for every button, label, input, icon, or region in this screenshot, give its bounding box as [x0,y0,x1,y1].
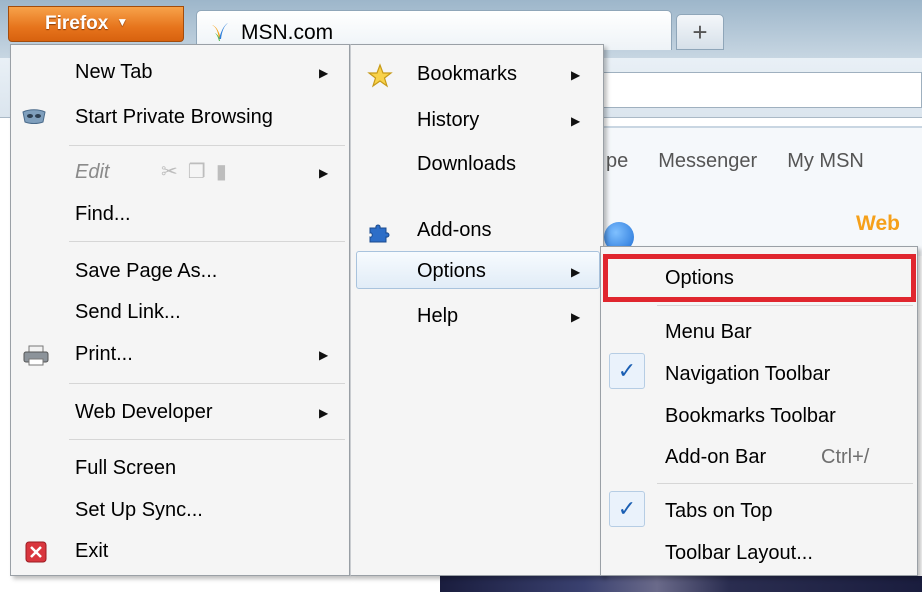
menu-item-label: Toolbar Layout... [665,542,813,564]
menu-item-label: Add-ons [417,219,492,241]
page-photo [440,576,922,592]
menu-item-label: Help [417,305,459,327]
menu-item-label: Exit [75,540,109,562]
new-tab-button[interactable]: + [676,14,724,50]
submenu-arrow-icon: ▶ [319,66,329,80]
menu-item-label: Save Page As... [75,260,218,282]
msn-header [600,126,922,256]
menu-item-label: Menu Bar [665,321,752,343]
edit-tools: ✂❐▮ [161,159,237,184]
menu-item-label: Send Link... [75,301,181,323]
submenu-arrow-icon: ▶ [319,406,329,420]
menu-separator [69,439,345,440]
tabs-on-top-check-icon: ✓ [609,491,645,527]
menu-item-label: Find... [75,203,131,225]
puzzle-piece-icon [369,224,390,243]
menu-item-label: Print... [75,343,133,365]
menu-separator [69,383,345,384]
menu-item-label: Tabs on Top [665,500,773,522]
copy-icon: ❐ [187,161,216,183]
msn-link-my-msn[interactable]: My MSN [787,150,864,172]
menu-item-label: Edit [75,161,110,183]
menu-item-label: Navigation Toolbar [665,363,831,385]
msn-link-partial[interactable]: pe [606,150,628,172]
firefox-button-label: Firefox [45,13,109,34]
menu-item-label: History [417,109,480,131]
msn-web-tab[interactable]: Web [856,212,900,236]
url-bar[interactable] [560,72,922,108]
menu-item-label: Add-on Bar [665,446,767,468]
private-browsing-mask-icon [22,109,46,124]
exit-icon [25,541,47,563]
submenu-arrow-icon: ▶ [571,114,581,128]
paste-icon: ▮ [215,161,237,183]
annotation-highlight-box [603,254,916,302]
submenu-arrow-icon: ▶ [571,68,581,82]
tab-title: MSN.com [241,21,334,44]
submenu-arrow-icon: ▶ [571,310,581,324]
menu-item-label: Web Developer [75,401,213,423]
submenu-arrow-icon: ▶ [319,348,329,362]
msn-nav-links: pe Messenger My MSN [606,150,894,173]
menu-item-label: Bookmarks Toolbar [665,405,836,427]
menu-item-label: Set Up Sync... [75,499,203,521]
menu-separator [69,145,345,146]
menu-item-label: Start Private Browsing [75,106,273,128]
menu-item-label: New Tab [75,61,153,83]
firefox-main-menu-right-column: Bookmarks ▶ History ▶ Downloads Add-ons … [350,44,604,576]
menu-separator [657,305,913,306]
menu-separator [657,483,913,484]
menu-item-label: Downloads [417,153,516,175]
menu-item-label: Options [417,260,486,282]
menu-item-label: Full Screen [75,457,177,479]
submenu-arrow-icon: ▶ [319,166,329,180]
cut-icon: ✂ [161,161,188,183]
shortcut-label: Ctrl+/ [821,446,870,468]
firefox-menu-button[interactable]: Firefox ▼ [8,6,184,42]
submenu-arrow-icon: ▶ [571,265,581,279]
firefox-main-menu: New Tab ▶ Start Private Browsing Edit ✂❐… [10,44,350,576]
menu-separator [69,241,345,242]
menu-item-label: Bookmarks [417,63,518,85]
navigation-toolbar-check-icon: ✓ [609,353,645,389]
msn-butterfly-icon [212,23,228,41]
msn-link-messenger[interactable]: Messenger [658,150,757,172]
star-icon [367,63,393,88]
printer-icon [23,345,49,366]
dropdown-caret-icon: ▼ [116,15,129,29]
